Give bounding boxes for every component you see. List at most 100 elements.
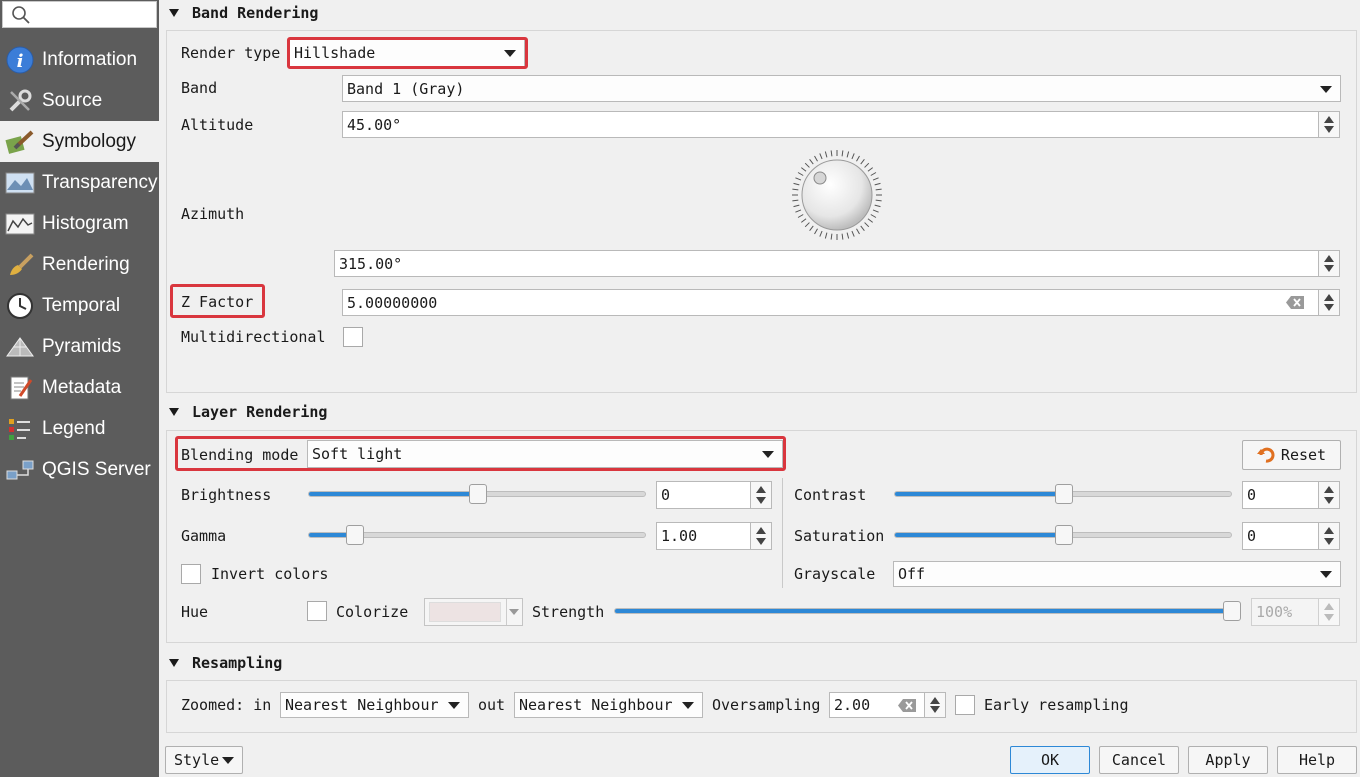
brush-icon (5, 250, 35, 280)
help-button[interactable]: Help (1277, 746, 1357, 774)
info-icon: i (5, 45, 35, 75)
sidebar-item-qgis-server[interactable]: QGIS Server (0, 449, 159, 490)
slider-handle[interactable] (1223, 601, 1241, 621)
altitude-spinner[interactable] (1318, 111, 1340, 138)
paintbrush-icon (5, 127, 35, 157)
band-select[interactable]: Band 1 (Gray) (342, 75, 1341, 102)
brightness-slider[interactable] (308, 484, 646, 504)
legend-icon (5, 414, 35, 444)
gamma-label: Gamma (181, 527, 227, 545)
strength-input[interactable]: 100% (1251, 598, 1319, 626)
sidebar-item-label: Metadata (42, 376, 122, 398)
altitude-label: Altitude (181, 116, 254, 134)
sidebar-item-symbology[interactable]: Symbology (0, 121, 159, 162)
band-label: Band (181, 79, 218, 97)
sidebar-item-transparency[interactable]: Transparency (0, 162, 159, 203)
azimuth-dial[interactable] (790, 148, 884, 242)
slider-fill (309, 492, 478, 496)
clear-text-icon[interactable] (1286, 296, 1304, 309)
band-rendering-header[interactable]: Band Rendering (166, 4, 318, 22)
strength-slider[interactable] (614, 601, 1241, 621)
sidebar-item-label: Transparency (42, 171, 158, 193)
highlight-box (287, 37, 528, 69)
highlight-box (175, 436, 786, 471)
azimuth-spinner[interactable] (1318, 250, 1340, 277)
gamma-slider[interactable] (308, 525, 646, 545)
colorize-color-button[interactable] (424, 598, 523, 626)
chevron-down-icon (682, 702, 694, 709)
highlight-box (170, 284, 265, 318)
sidebar-item-histogram[interactable]: Histogram (0, 203, 159, 244)
divider (782, 478, 783, 588)
grayscale-select[interactable]: Off (893, 561, 1341, 587)
chevron-down-icon (448, 702, 460, 709)
color-swatch (429, 602, 501, 622)
contrast-slider[interactable] (894, 484, 1232, 504)
reset-button[interactable]: Reset (1242, 440, 1341, 470)
wrench-icon (5, 86, 35, 116)
strength-spinner[interactable] (1318, 598, 1340, 626)
saturation-spinner[interactable] (1318, 522, 1340, 550)
brightness-label: Brightness (181, 486, 272, 504)
contrast-label: Contrast (794, 486, 867, 504)
sidebar-item-metadata[interactable]: Metadata (0, 367, 159, 408)
layer-rendering-header[interactable]: Layer Rendering (166, 403, 327, 421)
search-input[interactable] (2, 1, 157, 28)
sidebar-item-information[interactable]: i Information (0, 39, 159, 80)
multidirectional-checkbox[interactable] (343, 327, 363, 347)
oversampling-label: Oversampling (712, 696, 821, 714)
sidebar-item-source[interactable]: Source (0, 80, 159, 121)
pyramid-icon (5, 332, 35, 362)
azimuth-input[interactable]: 315.00° (334, 250, 1319, 277)
gamma-input[interactable]: 1.00 (656, 522, 751, 550)
clear-text-icon[interactable] (898, 699, 916, 712)
colorize-label: Colorize (336, 603, 409, 621)
histogram-icon (5, 209, 35, 239)
gamma-spinner[interactable] (750, 522, 772, 550)
slider-handle[interactable] (346, 525, 364, 545)
sidebar-item-pyramids[interactable]: Pyramids (0, 326, 159, 367)
slider-handle[interactable] (1055, 484, 1073, 504)
resampling-header[interactable]: Resampling (166, 654, 282, 672)
sidebar-item-rendering[interactable]: Rendering (0, 244, 159, 285)
server-icon (5, 455, 35, 485)
sidebar-item-label: Rendering (42, 253, 130, 275)
apply-button[interactable]: Apply (1188, 746, 1268, 774)
zoomed-out-label: out (478, 696, 506, 714)
brightness-input[interactable]: 0 (656, 481, 751, 509)
saturation-slider[interactable] (894, 525, 1232, 545)
oversampling-spinner[interactable] (924, 692, 946, 718)
contrast-spinner[interactable] (1318, 481, 1340, 509)
colorize-checkbox[interactable] (307, 601, 327, 621)
saturation-label: Saturation (794, 527, 885, 545)
search-icon (12, 6, 30, 24)
slider-fill (615, 609, 1232, 613)
chevron-down-icon (222, 757, 234, 764)
saturation-input[interactable]: 0 (1242, 522, 1319, 550)
undo-icon (1256, 447, 1275, 463)
ok-button[interactable]: OK (1010, 746, 1090, 774)
early-resampling-label: Early resampling (984, 696, 1129, 714)
zfactor-spinner[interactable] (1318, 289, 1340, 316)
sidebar-item-label: Temporal (42, 294, 121, 316)
early-resampling-checkbox[interactable] (955, 695, 975, 715)
zfactor-input[interactable]: 5.00000000 (342, 289, 1319, 316)
invert-colors-checkbox[interactable] (181, 564, 201, 584)
zoomed-in-select[interactable]: Nearest Neighbour (280, 692, 469, 718)
altitude-input[interactable]: 45.00° (342, 111, 1319, 138)
collapse-arrow-icon (169, 659, 179, 667)
slider-handle[interactable] (469, 484, 487, 504)
chevron-down-icon (509, 609, 519, 615)
contrast-input[interactable]: 0 (1242, 481, 1319, 509)
cancel-button[interactable]: Cancel (1099, 746, 1179, 774)
sidebar-item-label: Legend (42, 417, 106, 439)
multidirectional-label: Multidirectional (181, 328, 326, 346)
brightness-spinner[interactable] (750, 481, 772, 509)
zoomed-out-select[interactable]: Nearest Neighbour (514, 692, 703, 718)
style-menu-button[interactable]: Style (165, 746, 243, 774)
sidebar-item-label: Information (42, 48, 138, 70)
sidebar-item-legend[interactable]: Legend (0, 408, 159, 449)
slider-handle[interactable] (1055, 525, 1073, 545)
oversampling-input[interactable]: 2.00 (829, 692, 925, 718)
sidebar-item-temporal[interactable]: Temporal (0, 285, 159, 326)
